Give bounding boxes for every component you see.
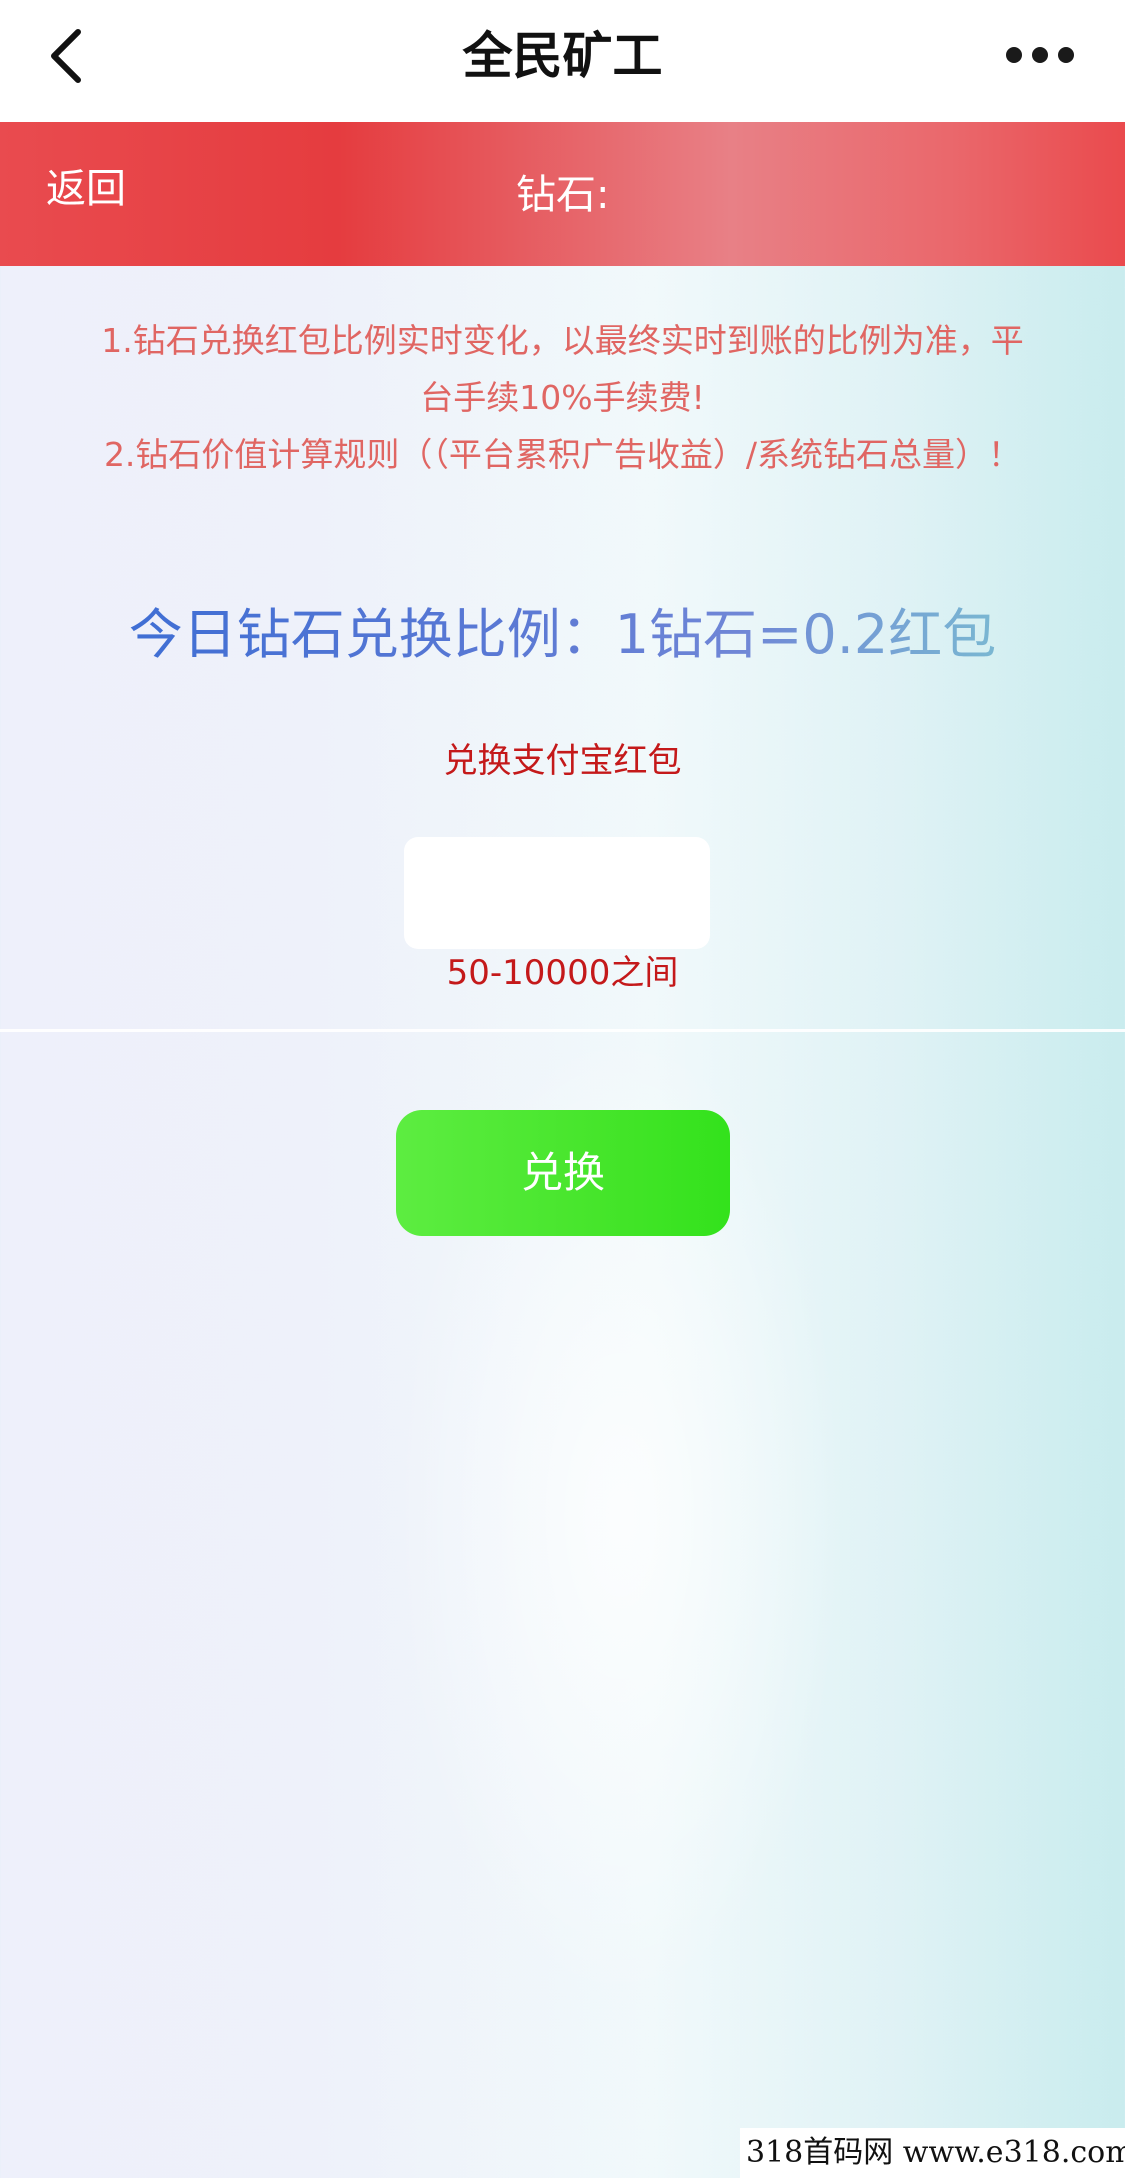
- app-title: 全民矿工: [462, 27, 663, 85]
- divider: [0, 1029, 1125, 1032]
- page-header: 返回 钻石:: [0, 122, 1125, 266]
- amount-input[interactable]: [404, 837, 710, 949]
- exchange-ratio-text: 今日钻石兑换比例：1钻石=0.2红包: [128, 603, 997, 666]
- back-button[interactable]: 返回: [46, 122, 126, 266]
- diamond-balance-label: 钻石:: [516, 172, 610, 218]
- more-dots-icon[interactable]: [1000, 30, 1080, 80]
- top-navbar: 全民矿工: [0, 0, 1125, 122]
- rule-line-1: 1.钻石兑换红包比例实时变化，以最终实时到账的比例为准，平台手续10%手续费!: [101, 321, 1024, 417]
- amount-range-hint: 50-10000之间: [446, 953, 679, 993]
- exchange-button[interactable]: 兑换: [396, 1110, 730, 1236]
- exchange-rules: 1.钻石兑换红包比例实时变化，以最终实时到账的比例为准，平台手续10%手续费! …: [100, 312, 1025, 483]
- exchange-ratio: 今日钻石兑换比例：1钻石=0.2红包: [0, 600, 1125, 670]
- watermark: 318首码网 www.e318.com: [740, 2128, 1125, 2178]
- rule-line-2: 2.钻石价值计算规则（（平台累积广告收益）/系统钻石总量）！: [103, 435, 1022, 474]
- exchange-alipay-label: 兑换支付宝红包: [443, 741, 682, 781]
